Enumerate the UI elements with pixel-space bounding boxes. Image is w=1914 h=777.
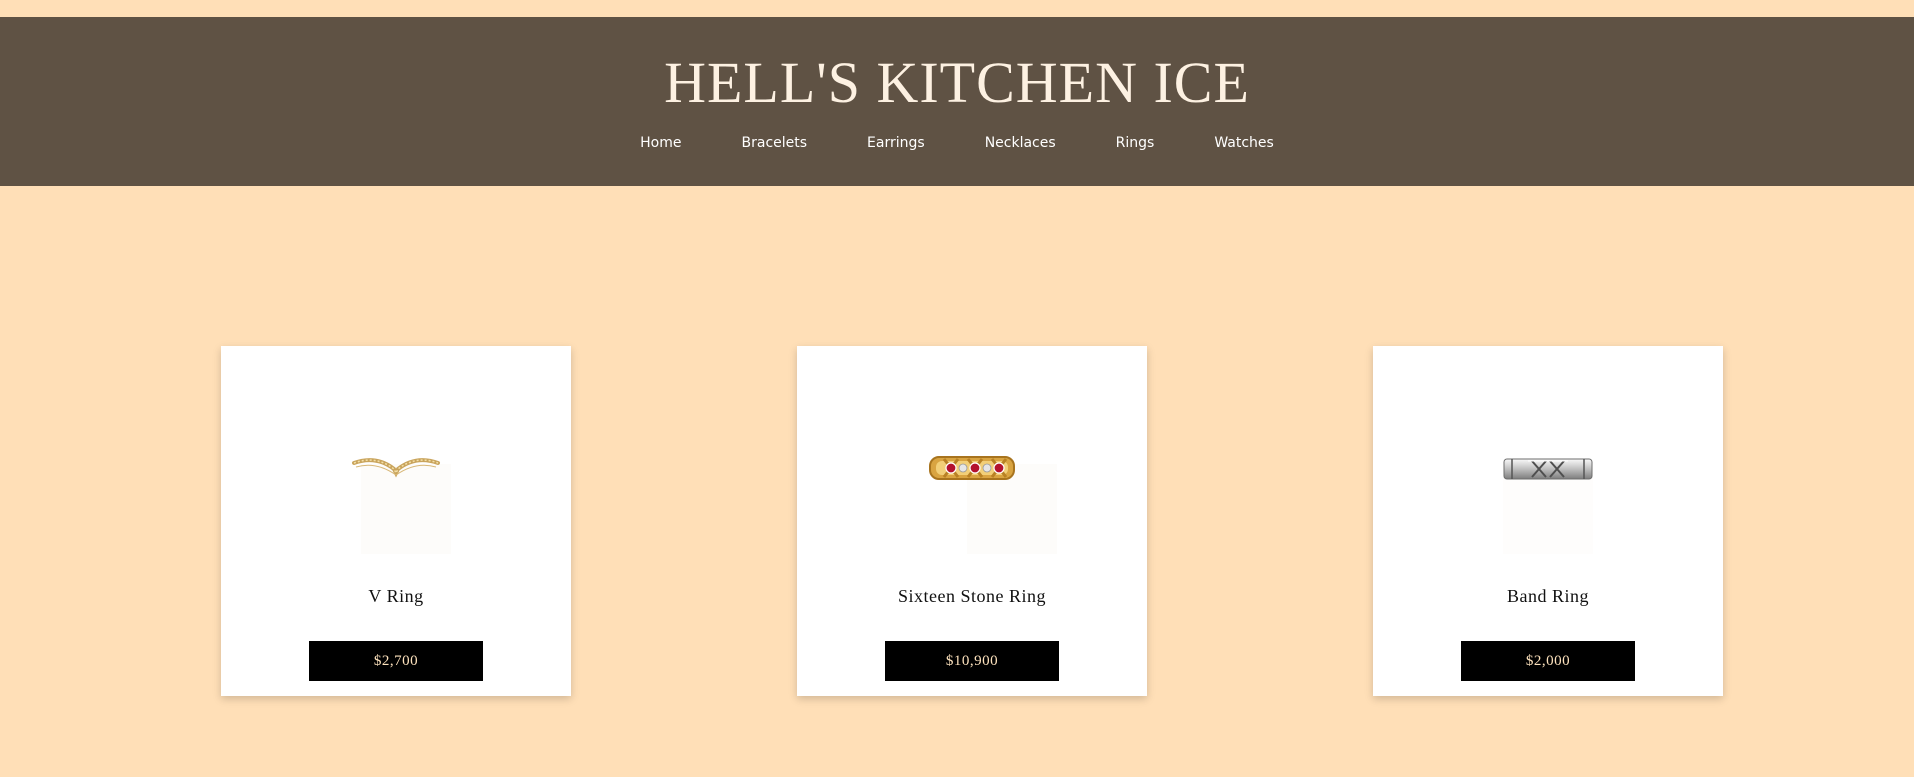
nav-bracelets[interactable]: Bracelets bbox=[712, 133, 838, 153]
site-title: HELL'S KITCHEN ICE bbox=[664, 50, 1250, 115]
nav-home[interactable]: Home bbox=[610, 133, 711, 153]
product-card-sixteen-stone-ring: Sixteen Stone Ring $10,900 bbox=[797, 346, 1147, 696]
silver-x-band-image[interactable] bbox=[1498, 451, 1598, 487]
ruby-diamond-x-band-image[interactable] bbox=[922, 451, 1022, 487]
nav-earrings[interactable]: Earrings bbox=[837, 133, 955, 153]
product-name: V Ring bbox=[368, 586, 424, 606]
price-button[interactable]: $10,900 bbox=[885, 641, 1059, 681]
nav-watches[interactable]: Watches bbox=[1184, 133, 1304, 153]
nav-necklaces[interactable]: Necklaces bbox=[955, 133, 1086, 153]
price-button[interactable]: $2,000 bbox=[1461, 641, 1635, 681]
main-nav: Home Bracelets Earrings Necklaces Rings … bbox=[0, 133, 1914, 153]
product-name: Sixteen Stone Ring bbox=[898, 586, 1046, 606]
gold-v-ring-image[interactable] bbox=[346, 451, 446, 487]
product-name: Band Ring bbox=[1506, 586, 1589, 606]
nav-rings[interactable]: Rings bbox=[1086, 133, 1185, 153]
product-card-v-ring: V Ring $2,700 bbox=[221, 346, 571, 696]
price-button[interactable]: $2,700 bbox=[309, 641, 483, 681]
product-card-band-ring: Band Ring $2,000 bbox=[1373, 346, 1723, 696]
site-header: HELL'S KITCHEN ICE Home Bracelets Earrin… bbox=[0, 17, 1914, 186]
